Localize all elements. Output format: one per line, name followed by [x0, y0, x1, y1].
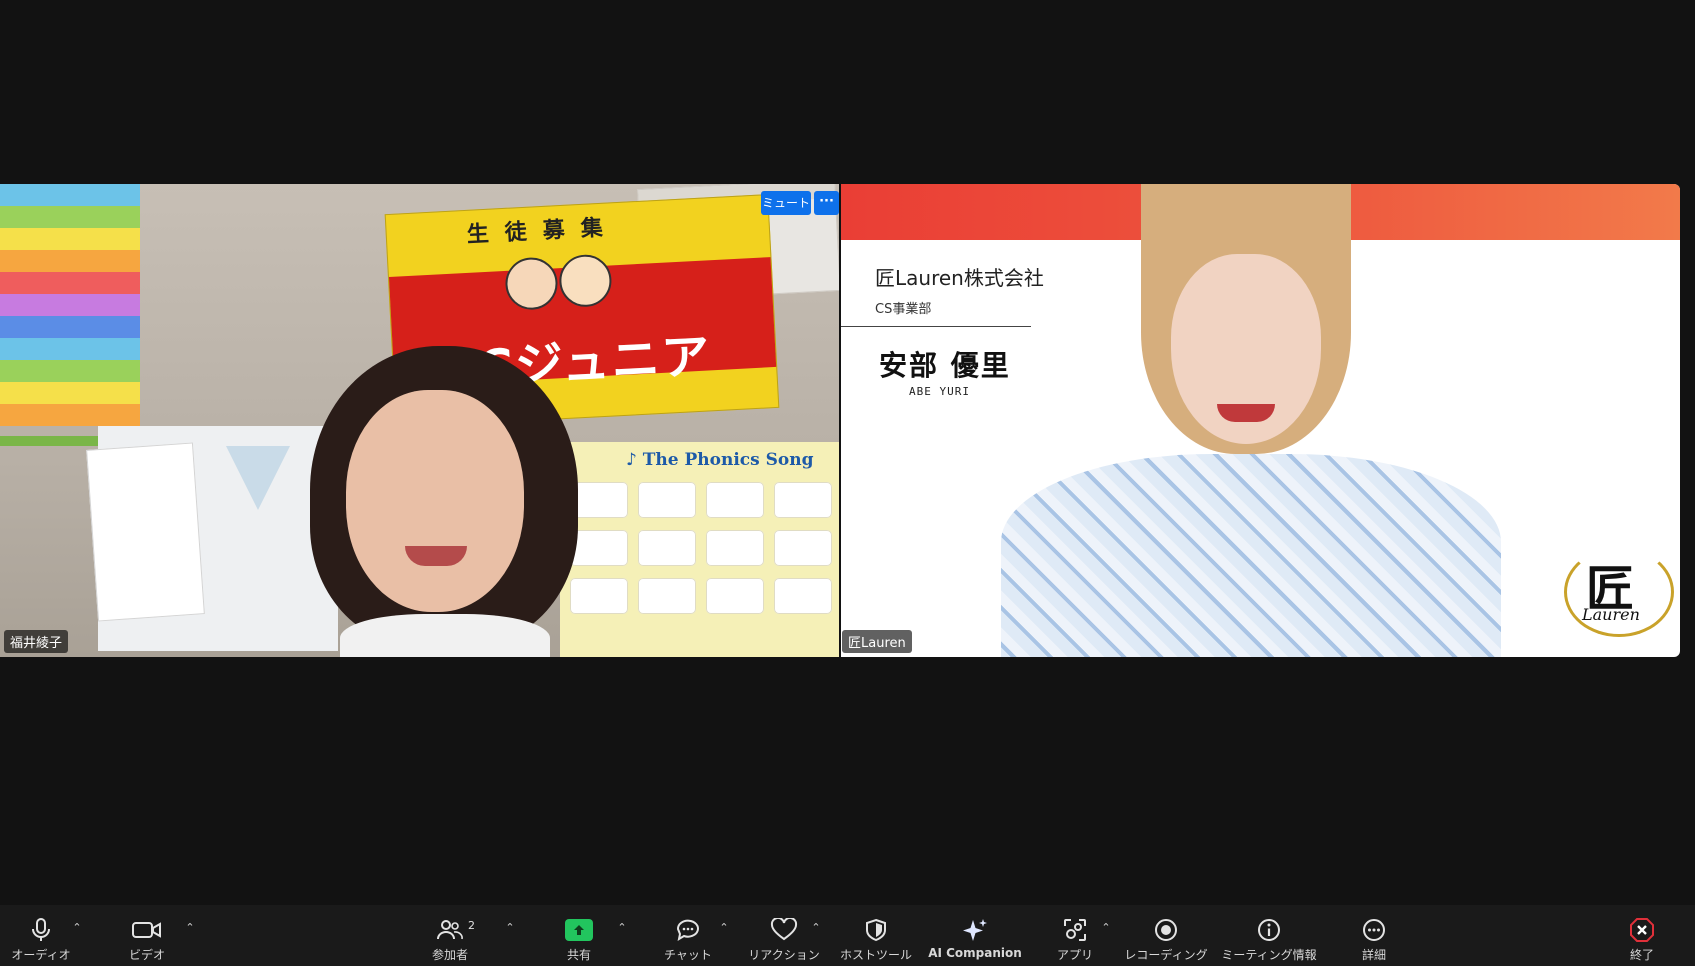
more-dots-icon: [1361, 917, 1387, 943]
audio-options-chevron-icon[interactable]: ⌃: [70, 921, 84, 935]
ai-companion-button[interactable]: AI Companion: [926, 905, 1024, 966]
meeting-toolbar: オーディオ ⌃ ビデオ ⌃ 参加者 2 ⌃ 共有 ⌃ チャット ⌃ リアクション…: [0, 905, 1695, 966]
apps-icon: [1062, 917, 1088, 943]
department-name: CS事業部: [875, 302, 932, 317]
sparkle-icon: [961, 917, 989, 943]
reactions-label: リアクション: [748, 948, 820, 962]
more-button[interactable]: 詳細: [1356, 905, 1392, 966]
participant-face: [346, 390, 524, 612]
recording-button[interactable]: レコーディング: [1124, 905, 1208, 966]
phonics-cards: [570, 482, 832, 614]
participant-more-button[interactable]: ···: [814, 191, 839, 215]
apps-label: アプリ: [1056, 948, 1093, 962]
person-name: 安部 優里: [879, 349, 1011, 382]
host-tools-label: ホストツール: [839, 948, 912, 962]
sign-top-text: 生徒募集: [466, 214, 620, 248]
participants-count-badge: 2: [468, 919, 475, 932]
company-name: 匠Lauren株式会社: [875, 266, 1044, 290]
participants-button[interactable]: 参加者: [420, 905, 480, 966]
end-meeting-button[interactable]: 終了: [1624, 905, 1660, 966]
microphone-icon: [30, 917, 52, 943]
participant-name-tag: 福井綾子: [4, 630, 69, 653]
end-label: 終了: [1629, 948, 1654, 962]
share-options-chevron-icon[interactable]: ⌃: [615, 921, 629, 935]
logo-wordmark: Lauren: [1582, 605, 1640, 624]
reactions-button[interactable]: リアクション: [748, 905, 820, 966]
participants-options-chevron-icon[interactable]: ⌃: [503, 921, 517, 935]
participant-name-tag: 匠Lauren: [842, 630, 912, 653]
mute-participant-button[interactable]: ミュート: [761, 191, 811, 215]
video-label: ビデオ: [128, 948, 165, 962]
video-tile-participant-1[interactable]: 生徒募集 ECCジュニア ♪ The Phonics Song 福井綾子: [0, 184, 839, 657]
participant-shirt: [340, 614, 550, 657]
ai-companion-label: AI Companion: [928, 946, 1022, 960]
apps-button[interactable]: アプリ: [1056, 905, 1094, 966]
audio-label: オーディオ: [11, 948, 71, 962]
reactions-options-chevron-icon[interactable]: ⌃: [809, 921, 823, 935]
end-close-icon: [1629, 917, 1655, 943]
video-camera-icon: [132, 917, 162, 943]
share-screen-icon: [565, 919, 593, 941]
video-tile-participant-2[interactable]: 匠Lauren株式会社 CS事業部 安部 優里 ABE YURI 匠 Laure…: [841, 184, 1680, 657]
participant-smile: [1217, 404, 1275, 422]
heart-icon: [770, 917, 798, 943]
chat-label: チャット: [664, 948, 712, 962]
info-icon: [1256, 917, 1282, 943]
company-logo: 匠 Lauren: [1560, 539, 1674, 637]
pennant-decoration: [226, 446, 290, 510]
share-button[interactable]: 共有: [556, 905, 602, 966]
shield-icon: [865, 917, 887, 943]
recording-label: レコーディング: [1124, 948, 1208, 962]
video-button[interactable]: ビデオ: [118, 905, 176, 966]
meeting-info-button[interactable]: ミーティング情報: [1221, 905, 1317, 966]
phonics-title: ♪ The Phonics Song: [626, 450, 814, 470]
video-options-chevron-icon[interactable]: ⌃: [183, 921, 197, 935]
person-name-romaji: ABE YURI: [909, 385, 970, 398]
rainbow-chart-poster: [0, 184, 140, 444]
more-label: 詳細: [1361, 948, 1386, 962]
record-icon: [1153, 917, 1179, 943]
apps-options-chevron-icon[interactable]: ⌃: [1099, 921, 1113, 935]
participant-dress: [1001, 454, 1501, 657]
chat-options-chevron-icon[interactable]: ⌃: [717, 921, 731, 935]
pinned-paper: [86, 442, 205, 622]
share-label: 共有: [566, 948, 591, 962]
poster-border: [0, 436, 110, 446]
participants-label: 参加者: [431, 948, 468, 962]
chat-icon: [675, 917, 701, 943]
chat-button[interactable]: チャット: [660, 905, 716, 966]
phonics-poster: ♪ The Phonics Song: [560, 442, 839, 657]
divider-line: [841, 326, 1031, 327]
participants-icon: [436, 917, 464, 943]
host-tools-button[interactable]: ホストツール: [838, 905, 914, 966]
audio-button[interactable]: オーディオ: [8, 905, 74, 966]
meeting-info-label: ミーティング情報: [1221, 948, 1317, 962]
